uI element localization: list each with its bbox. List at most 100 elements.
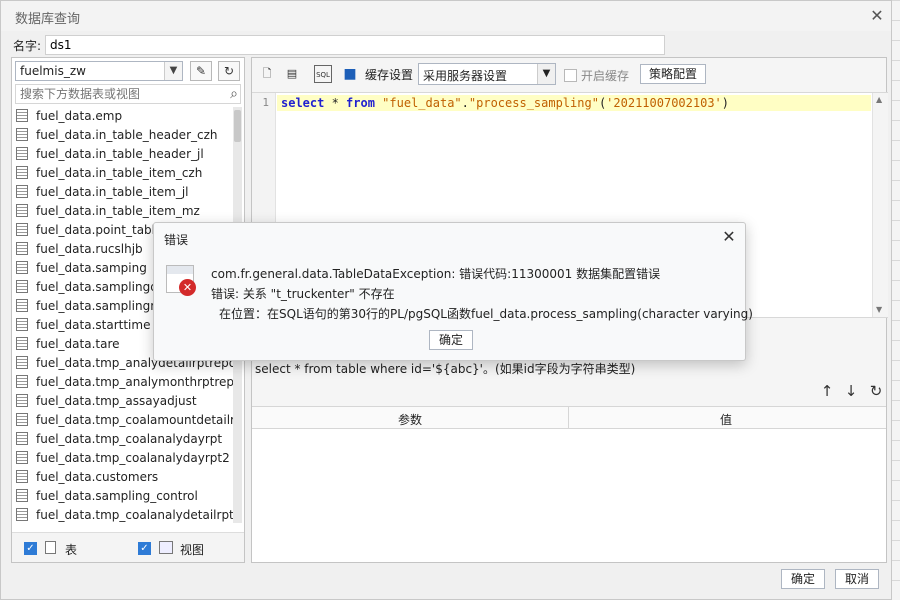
- table-name: fuel_data.tare: [36, 337, 120, 351]
- value-column-header: 值: [720, 413, 733, 427]
- chevron-down-icon[interactable]: ▼: [164, 62, 182, 80]
- preview-icon[interactable]: 🗋: [258, 65, 276, 83]
- table-name: fuel_data.tmp_coalanalydayrpt2: [36, 451, 230, 465]
- search-icon[interactable]: ⌕: [230, 86, 238, 102]
- cache-settings-label: 缓存设置: [365, 68, 414, 82]
- enable-cache-label: 开启缓存: [581, 69, 630, 83]
- database-select[interactable]: fuelmis_zw ▼: [15, 61, 183, 81]
- column-divider: [568, 407, 569, 429]
- table-name: fuel_data.in_table_item_czh: [36, 166, 203, 180]
- table-list-item[interactable]: fuel_data.emp: [14, 107, 234, 126]
- table-list-item[interactable]: fuel_data.in_table_item_jl: [14, 183, 234, 202]
- table-icon: [16, 261, 28, 274]
- table-list-item[interactable]: fuel_data.sampling_control: [14, 487, 234, 506]
- sql-icon[interactable]: SQL: [314, 65, 332, 83]
- table-name: fuel_data.in_table_header_jl: [36, 147, 204, 161]
- table-list-item[interactable]: fuel_data.tmp_coalanalydayrpt: [14, 430, 234, 449]
- table-icon: [16, 470, 28, 483]
- table-icon: [45, 541, 56, 554]
- error-message-line-1: com.fr.general.data.TableDataException: …: [211, 267, 661, 281]
- table-icon: [16, 432, 28, 445]
- table-name: fuel_data.in_table_item_jl: [36, 185, 189, 199]
- refresh-icon[interactable]: ↻: [218, 61, 240, 81]
- show-tables-label: 表: [65, 543, 78, 557]
- view-icon: [159, 541, 173, 554]
- dialog-close-icon[interactable]: ✕: [719, 227, 739, 247]
- table-name: fuel_data.tmp_assayadjust: [36, 394, 197, 408]
- sql-keyword: from: [346, 96, 375, 110]
- disk-icon[interactable]: ■: [341, 65, 359, 83]
- error-dialog-title: 错误: [164, 233, 189, 247]
- parameter-table: 参数 值: [252, 406, 886, 562]
- name-input[interactable]: [45, 35, 665, 55]
- table-icon: [16, 223, 28, 236]
- sql-string: "process_sampling": [468, 96, 599, 110]
- strategy-config-button[interactable]: 策略配置: [640, 64, 706, 84]
- chevron-down-icon[interactable]: ▼: [537, 64, 555, 84]
- show-views-checkbox[interactable]: ✓: [138, 542, 151, 555]
- table-list-item[interactable]: fuel_data.tmp_coalamountdetailrpt: [14, 411, 234, 430]
- table-name: fuel_data.tmp_coalamountdetailrpt: [36, 413, 234, 427]
- scroll-down-icon[interactable]: ▼: [876, 305, 882, 314]
- error-ok-button[interactable]: 确定: [429, 330, 473, 350]
- table-name: fuel_data.tmp_analymonthrptreport: [36, 375, 234, 389]
- sql-keyword: select: [281, 96, 325, 110]
- sql-string: '20211007002103': [606, 96, 722, 110]
- error-icon: ✕: [179, 279, 196, 296]
- table-list-item[interactable]: fuel_data.customers: [14, 468, 234, 487]
- parameter-hint: select * from table where id='${abc}'。(如…: [255, 362, 636, 376]
- table-icon: [16, 356, 28, 369]
- table-icon: [16, 109, 28, 122]
- table-list-item[interactable]: fuel_data.in_table_item_czh: [14, 164, 234, 183]
- table-list-item[interactable]: fuel_data.tmp_coalanalydayrpt2: [14, 449, 234, 468]
- table-list-item[interactable]: fuel_data.tmp_analymonthrptreport: [14, 373, 234, 392]
- table-icon: [16, 280, 28, 293]
- table-icon: [16, 413, 28, 426]
- table-icon: [16, 394, 28, 407]
- show-views-label: 视图: [180, 543, 205, 557]
- table-icon: [16, 185, 28, 198]
- filter-row: ✓ 表 ✓ 视图: [12, 532, 244, 562]
- table-list-scroll-thumb[interactable]: [234, 110, 241, 142]
- table-list-item[interactable]: fuel_data.in_table_header_jl: [14, 145, 234, 164]
- editor-scrollbar[interactable]: ▲ ▼: [872, 93, 888, 317]
- table-name: fuel_data.samplingdr: [36, 280, 163, 294]
- table-list-item[interactable]: fuel_data.tmp_assayadjust: [14, 392, 234, 411]
- table-name: fuel_data.sampling_control: [36, 489, 198, 503]
- table-icon: [16, 451, 28, 464]
- refresh-params-icon[interactable]: ↻: [867, 382, 885, 400]
- table-icon: [16, 375, 28, 388]
- move-down-icon[interactable]: ↓: [842, 382, 860, 400]
- move-up-icon[interactable]: ↑: [818, 382, 836, 400]
- window-close-icon[interactable]: ✕: [866, 5, 888, 27]
- sql-operator: .: [461, 96, 469, 110]
- error-message-line-3: 在位置：在SQL语句的第30行的PL/pgSQL函数fuel_data.proc…: [219, 307, 753, 321]
- table-name: fuel_data.in_table_item_mz: [36, 204, 200, 218]
- table-list-item[interactable]: fuel_data.tmp_coalanalydetailrpt: [14, 506, 234, 523]
- enable-cache-checkbox[interactable]: [564, 69, 577, 82]
- cache-mode-select[interactable]: 采用服务器设置 ▼: [418, 63, 556, 85]
- show-tables-checkbox[interactable]: ✓: [24, 542, 37, 555]
- enable-cache-toggle[interactable]: 开启缓存: [564, 67, 629, 84]
- error-dialog: 错误 ✕ ✕ com.fr.general.data.TableDataExce…: [153, 222, 753, 361]
- ok-button[interactable]: 确定: [781, 569, 825, 589]
- cancel-button[interactable]: 取消: [835, 569, 879, 589]
- table-name: fuel_data.in_table_header_czh: [36, 128, 218, 142]
- table-name: fuel_data.rucslhjb: [36, 242, 143, 256]
- edit-connection-icon[interactable]: ✎: [190, 61, 212, 81]
- window-title: 数据库查询: [15, 12, 81, 27]
- table-search-input[interactable]: [15, 84, 241, 104]
- name-label: 名字:: [13, 39, 42, 53]
- database-select-value: fuelmis_zw: [20, 64, 86, 78]
- table-name: fuel_data.emp: [36, 109, 123, 123]
- parameter-table-header: 参数 值: [252, 407, 886, 429]
- scroll-up-icon[interactable]: ▲: [876, 95, 882, 104]
- table-icon: [16, 242, 28, 255]
- save-icon[interactable]: ▤: [283, 65, 301, 83]
- sql-code-line[interactable]: select * from "fuel_data"."process_sampl…: [277, 95, 871, 111]
- table-icon: [16, 204, 28, 217]
- table-list-item[interactable]: fuel_data.in_table_item_mz: [14, 202, 234, 221]
- table-list-item[interactable]: fuel_data.in_table_header_czh: [14, 126, 234, 145]
- table-name: fuel_data.starttime: [36, 318, 151, 332]
- sql-operator: ): [721, 96, 729, 110]
